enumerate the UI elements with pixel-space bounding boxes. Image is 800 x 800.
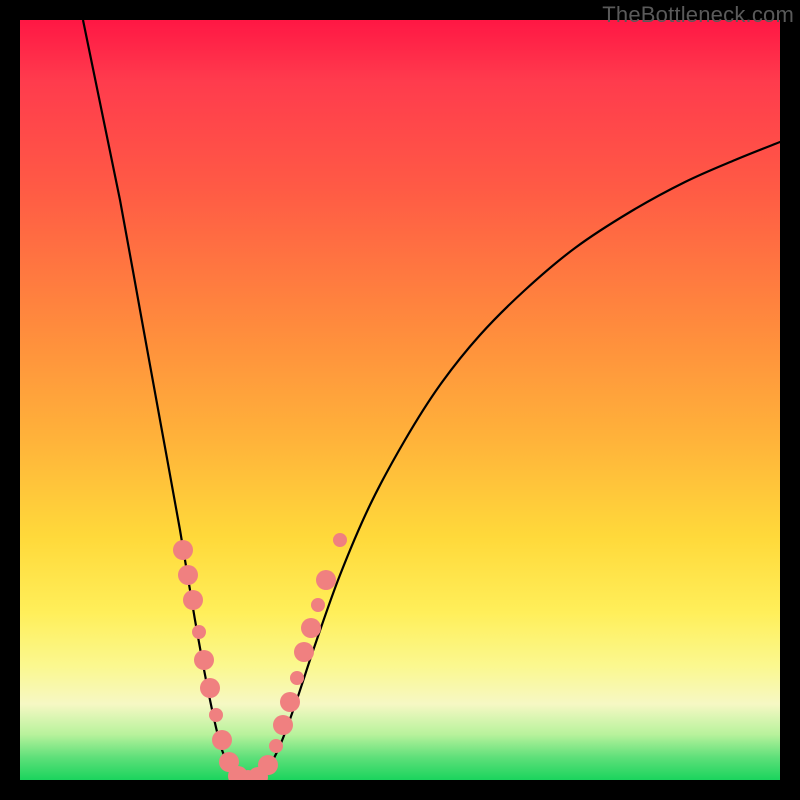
curve-marker xyxy=(301,618,321,638)
bottleneck-curve xyxy=(83,20,780,780)
curve-marker xyxy=(280,692,300,712)
curve-marker xyxy=(311,598,325,612)
curve-marker xyxy=(212,730,232,750)
chart-frame: TheBottleneck.com xyxy=(0,0,800,800)
curve-marker xyxy=(192,625,206,639)
curve-svg xyxy=(20,20,780,780)
curve-marker xyxy=(209,708,223,722)
curve-marker xyxy=(178,565,198,585)
curve-marker xyxy=(194,650,214,670)
marker-layer xyxy=(173,533,347,780)
curve-marker xyxy=(200,678,220,698)
curve-marker xyxy=(258,755,278,775)
curve-marker xyxy=(316,570,336,590)
curve-marker xyxy=(173,540,193,560)
plot-area xyxy=(20,20,780,780)
curve-marker xyxy=(269,739,283,753)
curve-marker xyxy=(290,671,304,685)
curve-marker xyxy=(183,590,203,610)
curve-marker xyxy=(294,642,314,662)
curve-marker xyxy=(333,533,347,547)
curve-marker xyxy=(273,715,293,735)
watermark-text: TheBottleneck.com xyxy=(602,2,794,28)
